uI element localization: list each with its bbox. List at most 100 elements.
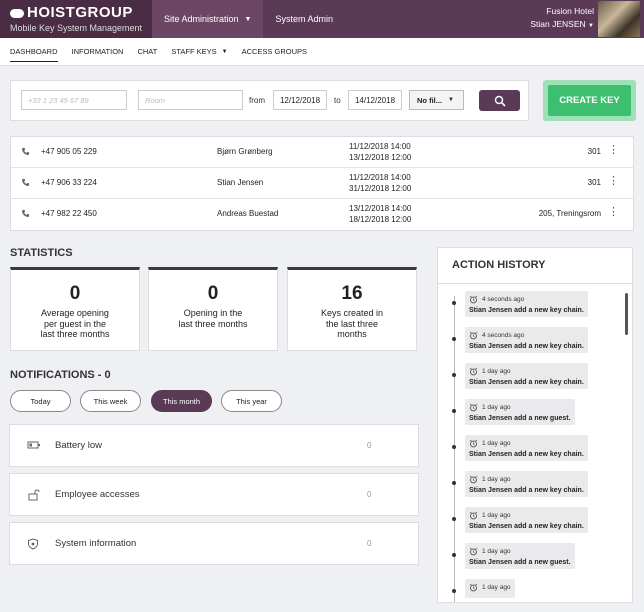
history-text: Stian Jensen add a new key chain.: [469, 343, 584, 350]
brand-name: HOISTGROUP: [27, 4, 133, 21]
stat-caption: Keys created in the last three months: [288, 308, 416, 340]
phone-icon: [22, 178, 30, 187]
history-time-row: 1 day ago: [469, 511, 584, 520]
shield-icon: [28, 538, 38, 550]
brand-logo[interactable]: HOISTGROUP Mobile Key System Management: [0, 0, 152, 38]
phone-icon: [22, 209, 30, 218]
create-key-wrapper: CREATE KEY: [543, 80, 636, 121]
history-entry: 1 day ago Stian Jensen add a new guest.: [465, 399, 575, 425]
key-phone: +47 905 05 229: [41, 147, 97, 156]
tab-chat[interactable]: CHAT: [137, 38, 157, 66]
brand-subtitle: Mobile Key System Management: [10, 23, 143, 33]
key-room: 301: [587, 178, 601, 187]
key-guest-name: Bjørn Grønberg: [217, 147, 273, 156]
divider: [438, 283, 632, 284]
history-text: Stian Jensen add a new guest.: [469, 559, 571, 566]
key-dates: 13/12/2018 14:00 18/12/2018 12:00: [349, 203, 411, 225]
nav-site-administration-label: Site Administration: [164, 14, 239, 24]
search-button[interactable]: [479, 90, 520, 111]
alarm-clock-icon: [469, 511, 478, 520]
filter-this-week[interactable]: This week: [80, 390, 141, 412]
filter-select[interactable]: No fil... ▼: [409, 90, 464, 110]
tab-dashboard[interactable]: DASHBOARD: [10, 38, 58, 66]
nav-system-admin[interactable]: System Admin: [263, 0, 345, 38]
tab-access-groups[interactable]: ACCESS GROUPS: [242, 38, 307, 66]
filter-today[interactable]: Today: [10, 390, 71, 412]
notification-count: 0: [367, 539, 372, 548]
alarm-clock-icon: [469, 403, 478, 412]
history-time: 1 day ago: [482, 584, 511, 591]
more-options-icon[interactable]: ⋮: [608, 175, 619, 187]
stat-caption-line: the last three: [325, 318, 379, 329]
timeline-dot: [452, 481, 456, 485]
history-time: 1 day ago: [482, 368, 511, 375]
history-time: 1 day ago: [482, 548, 511, 555]
chevron-down-icon: ▼: [221, 48, 228, 55]
history-scrollbar[interactable]: [625, 293, 628, 335]
timeline-dot: [452, 589, 456, 593]
notification-count: 0: [367, 441, 372, 450]
filter-select-value: No fil...: [417, 95, 442, 105]
from-date-input[interactable]: 12/12/2018: [273, 90, 327, 110]
stat-card-average-opening: 0 Average opening per guest in the last th…: [10, 267, 140, 351]
history-time-row: 4 seconds ago: [469, 331, 584, 340]
history-text: Stian Jensen add a new key chain.: [469, 487, 584, 494]
table-row[interactable]: +47 905 05 229 Bjørn Grønberg 11/12/2018…: [11, 137, 633, 168]
stat-caption-line: per guest in the: [43, 318, 107, 329]
chevron-down-icon: ▼: [588, 23, 594, 29]
action-history-title: ACTION HISTORY: [452, 259, 546, 271]
history-entry: 1 day ago: [465, 579, 515, 598]
list-item: 4 seconds ago Stian Jensen add a new key …: [450, 327, 620, 359]
timeline-dot: [452, 301, 456, 305]
key-dates: 11/12/2018 14:00 13/12/2018 12:00: [349, 141, 411, 163]
alarm-clock-icon: [469, 439, 478, 448]
stat-card-openings: 0 Opening in the last three months: [148, 267, 278, 351]
more-options-icon[interactable]: ⋮: [608, 206, 619, 218]
notification-system-information[interactable]: System information 0: [9, 522, 419, 565]
tab-information[interactable]: INFORMATION: [72, 38, 124, 66]
alarm-clock-icon: [469, 547, 478, 556]
battery-icon: [27, 441, 40, 449]
stat-caption-line: last three months: [40, 329, 110, 339]
nav-site-administration[interactable]: Site Administration ▼: [152, 0, 264, 38]
phone-search-input[interactable]: +33 1 23 45 67 89: [21, 90, 127, 110]
stat-caption: Opening in the last three months: [149, 308, 277, 329]
history-text: Stian Jensen add a new key chain.: [469, 523, 584, 530]
history-text: Stian Jensen add a new key chain.: [469, 307, 584, 314]
key-to: 31/12/2018 12:00: [349, 184, 412, 193]
history-time: 4 seconds ago: [482, 296, 525, 303]
alarm-clock-icon: [469, 331, 478, 340]
history-entry: 4 seconds ago Stian Jensen add a new key …: [465, 327, 588, 353]
history-entry: 4 seconds ago Stian Jensen add a new key …: [465, 291, 588, 317]
timeline-dot: [452, 553, 456, 557]
tab-information-label: INFORMATION: [71, 47, 124, 56]
notification-employee-accesses[interactable]: Employee accesses 0: [9, 473, 419, 516]
more-options-icon[interactable]: ⋮: [608, 144, 619, 156]
stat-caption: Average opening per guest in the last thre…: [11, 308, 139, 340]
tab-staff-keys-label: STAFF KEYS: [171, 47, 217, 56]
key-guest-name: Andreas Buestad: [217, 209, 279, 218]
table-row[interactable]: +47 906 33 224 Stian Jensen 11/12/2018 1…: [11, 168, 633, 199]
key-from: 13/12/2018 14:00: [349, 204, 412, 213]
room-search-input[interactable]: Room: [138, 90, 243, 110]
notification-battery-low[interactable]: Battery low 0: [9, 424, 419, 467]
account-menu[interactable]: Fusion Hotel Stian JENSEN ▼: [530, 5, 594, 33]
history-entry: 1 day ago Stian Jensen add a new key chai…: [465, 435, 588, 461]
table-row[interactable]: +47 982 22 450 Andreas Buestad 13/12/201…: [11, 199, 633, 230]
history-entry: 1 day ago Stian Jensen add a new key chai…: [465, 471, 588, 497]
filter-this-month[interactable]: This month: [151, 390, 212, 412]
history-entry: 1 day ago Stian Jensen add a new guest.: [465, 543, 575, 569]
phone-icon: [22, 147, 30, 156]
hotel-photo: [598, 1, 640, 37]
logo-mark-icon: [10, 8, 24, 18]
create-key-button[interactable]: CREATE KEY: [548, 85, 631, 116]
history-time: 1 day ago: [482, 440, 511, 447]
key-room: 301: [587, 147, 601, 156]
tab-staff-keys[interactable]: STAFF KEYS ▼: [171, 38, 227, 66]
filter-this-year[interactable]: This year: [221, 390, 282, 412]
history-time: 4 seconds ago: [482, 332, 525, 339]
stat-value: 0: [69, 283, 81, 304]
to-date-input[interactable]: 14/12/2018: [348, 90, 402, 110]
history-entry: 1 day ago Stian Jensen add a new key chai…: [465, 363, 588, 389]
stat-caption-line: Opening in the: [183, 308, 243, 318]
